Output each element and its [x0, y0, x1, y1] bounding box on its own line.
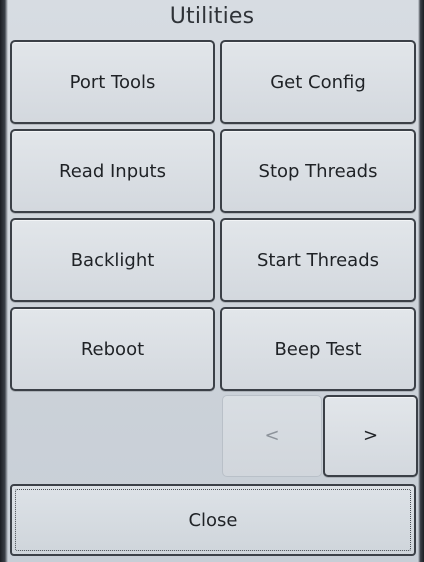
chevron-right-icon: >	[362, 425, 379, 446]
stop-threads-button[interactable]: Stop Threads	[220, 129, 416, 213]
backlight-label: Backlight	[70, 249, 155, 271]
read-inputs-button[interactable]: Read Inputs	[10, 129, 215, 213]
close-button[interactable]: Close	[10, 484, 416, 556]
utilities-screen: Utilities Port Tools Get Config Read Inp…	[0, 0, 424, 562]
page-title: Utilities	[169, 4, 255, 29]
screen-bezel-left	[0, 0, 8, 562]
close-label: Close	[188, 509, 238, 531]
get-config-label: Get Config	[270, 71, 366, 93]
backlight-button[interactable]: Backlight	[10, 218, 215, 302]
port-tools-label: Port Tools	[69, 71, 156, 93]
start-threads-label: Start Threads	[256, 249, 379, 271]
reboot-button[interactable]: Reboot	[10, 307, 215, 391]
chevron-left-icon: <	[264, 425, 280, 446]
start-threads-button[interactable]: Start Threads	[220, 218, 416, 302]
previous-page-button[interactable]: <	[222, 395, 322, 477]
screen-bezel-right	[418, 0, 424, 562]
stop-threads-label: Stop Threads	[258, 160, 378, 182]
reboot-label: Reboot	[80, 338, 145, 360]
read-inputs-label: Read Inputs	[59, 160, 166, 182]
beep-test-label: Beep Test	[274, 338, 362, 360]
beep-test-button[interactable]: Beep Test	[220, 307, 416, 391]
next-page-button[interactable]: >	[323, 395, 418, 477]
get-config-button[interactable]: Get Config	[220, 40, 416, 124]
port-tools-button[interactable]: Port Tools	[10, 40, 215, 124]
